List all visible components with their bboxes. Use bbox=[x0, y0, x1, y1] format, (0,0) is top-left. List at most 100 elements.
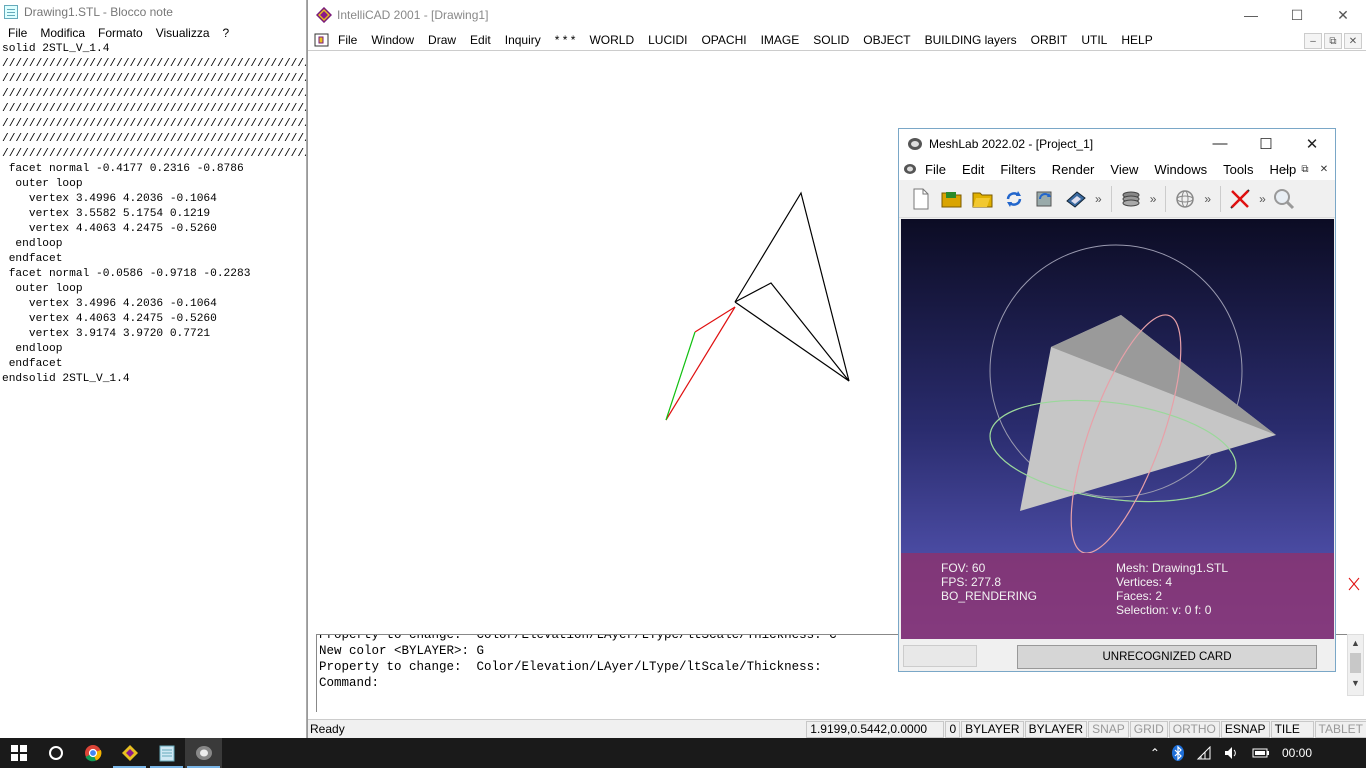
meshlab-doc-minimize-button[interactable]: – bbox=[1277, 161, 1295, 177]
scroll-up-icon[interactable]: ▲ bbox=[1348, 635, 1363, 651]
notepad-menu-visualizza[interactable]: Visualizza bbox=[156, 26, 210, 40]
search-button[interactable] bbox=[37, 738, 74, 768]
wifi-icon[interactable] bbox=[1196, 746, 1212, 760]
reload-icon[interactable] bbox=[1000, 185, 1028, 213]
intellicad-maximize-button[interactable]: ☐ bbox=[1274, 0, 1320, 30]
notepad-taskbar-button[interactable] bbox=[148, 738, 185, 768]
intellicad-minimize-button[interactable]: — bbox=[1228, 0, 1274, 30]
notepad-titlebar[interactable]: Drawing1.STL - Blocco note bbox=[0, 0, 306, 24]
import-mesh-icon[interactable] bbox=[969, 185, 997, 213]
icad-doc-restore-button[interactable]: ⧉ bbox=[1324, 33, 1342, 49]
icad-menu-world[interactable]: WORLD bbox=[589, 33, 634, 47]
status-layer[interactable]: 0 bbox=[945, 720, 961, 738]
status-grid-toggle[interactable]: GRID bbox=[1129, 720, 1168, 738]
intellicad-menubar: File Window Draw Edit Inquiry * * * WORL… bbox=[308, 30, 1366, 51]
intellicad-close-button[interactable]: ✕ bbox=[1320, 0, 1366, 30]
notepad-menu-formato[interactable]: Formato bbox=[98, 26, 143, 40]
toolbar-overflow-icon[interactable]: » bbox=[1204, 192, 1211, 206]
command-scrollbar[interactable]: ▲ ▼ bbox=[1347, 634, 1364, 696]
chrome-taskbar-button[interactable] bbox=[74, 738, 111, 768]
notepad-text-line: endfacet bbox=[2, 253, 63, 265]
meshlab-menu-tools[interactable]: Tools bbox=[1223, 162, 1253, 177]
volume-icon[interactable] bbox=[1224, 746, 1240, 760]
meshlab-menu-filters[interactable]: Filters bbox=[1000, 162, 1035, 177]
icad-doc-close-button[interactable]: ✕ bbox=[1344, 33, 1362, 49]
status-tile-toggle[interactable]: TILE bbox=[1270, 720, 1314, 738]
notepad-menu-file[interactable]: File bbox=[8, 26, 27, 40]
meshlab-titlebar[interactable]: MeshLab 2022.02 - [Project_1] — ☐ ✕ bbox=[899, 129, 1335, 158]
meshlab-doc-icon[interactable] bbox=[903, 163, 917, 175]
icad-doc-minimize-button[interactable]: – bbox=[1304, 33, 1322, 49]
status-color[interactable]: BYLAYER bbox=[961, 720, 1024, 738]
icad-menu-opachi[interactable]: OPACHI bbox=[701, 33, 746, 47]
icad-menu-stars[interactable]: * * * bbox=[555, 33, 576, 47]
icad-menu-orbit[interactable]: ORBIT bbox=[1031, 33, 1068, 47]
status-snap-toggle[interactable]: SNAP bbox=[1088, 720, 1129, 738]
meshlab-menu-edit[interactable]: Edit bbox=[962, 162, 984, 177]
clock[interactable]: 00:00 bbox=[1282, 746, 1312, 760]
notepad-text-line: ////////////////////////////////////////… bbox=[2, 88, 306, 100]
icad-menu-lucidi[interactable]: LUCIDI bbox=[648, 33, 687, 47]
toolbar-overflow-icon[interactable]: » bbox=[1095, 192, 1102, 206]
red-edge-1 bbox=[694, 306, 736, 333]
icad-menu-util[interactable]: UTIL bbox=[1081, 33, 1107, 47]
reload-all-icon[interactable] bbox=[1031, 185, 1059, 213]
meshlab-menu-render[interactable]: Render bbox=[1052, 162, 1095, 177]
meshlab-window: MeshLab 2022.02 - [Project_1] — ☐ ✕ File… bbox=[898, 128, 1336, 672]
green-edge bbox=[665, 331, 696, 421]
notepad-menu-help[interactable]: ? bbox=[223, 26, 230, 40]
meshlab-menu-view[interactable]: View bbox=[1110, 162, 1138, 177]
meshlab-doc-close-button[interactable]: ✕ bbox=[1315, 161, 1333, 177]
icad-menu-object[interactable]: OBJECT bbox=[863, 33, 910, 47]
status-linetype[interactable]: BYLAYER bbox=[1024, 720, 1088, 738]
meshlab-menu-windows[interactable]: Windows bbox=[1154, 162, 1207, 177]
measure-icon[interactable] bbox=[1226, 185, 1254, 213]
icad-menu-image[interactable]: IMAGE bbox=[761, 33, 800, 47]
intellicad-app-icon bbox=[316, 7, 332, 23]
icad-menu-window[interactable]: Window bbox=[371, 33, 414, 47]
meshlab-3d-viewport[interactable]: FOV: 60 FPS: 277.8 BO_RENDERING Mesh: Dr… bbox=[901, 219, 1334, 639]
drawing-doc-icon[interactable] bbox=[314, 33, 330, 47]
notepad-window: Drawing1.STL - Blocco note File Modifica… bbox=[0, 0, 307, 738]
icad-menu-file[interactable]: File bbox=[338, 33, 357, 47]
meshlab-minimize-button[interactable]: — bbox=[1197, 129, 1243, 158]
scroll-down-icon[interactable]: ▼ bbox=[1348, 675, 1363, 691]
zoom-icon[interactable] bbox=[1270, 185, 1298, 213]
save-snapshot-icon[interactable] bbox=[1062, 185, 1090, 213]
meshlab-doc-restore-button[interactable]: ⧉ bbox=[1296, 161, 1314, 177]
meshlab-taskbar-button[interactable] bbox=[185, 738, 222, 768]
meshlab-close-button[interactable]: ✕ bbox=[1289, 129, 1335, 158]
tray-chevron-up-icon[interactable]: ⌃ bbox=[1150, 746, 1160, 760]
intellicad-taskbar-button[interactable] bbox=[111, 738, 148, 768]
notepad-text-line: outer loop bbox=[2, 178, 83, 190]
icad-menu-building-layers[interactable]: BUILDING layers bbox=[925, 33, 1017, 47]
trackball-icon[interactable] bbox=[1171, 185, 1199, 213]
new-project-icon[interactable] bbox=[907, 185, 935, 213]
toolbar-overflow-icon[interactable]: » bbox=[1150, 192, 1157, 206]
meshlab-icon bbox=[195, 746, 212, 760]
icad-menu-edit[interactable]: Edit bbox=[470, 33, 491, 47]
icad-menu-inquiry[interactable]: Inquiry bbox=[505, 33, 541, 47]
notepad-text-line: ////////////////////////////////////////… bbox=[2, 58, 306, 70]
bluetooth-icon[interactable] bbox=[1171, 745, 1184, 761]
battery-icon[interactable] bbox=[1252, 748, 1270, 758]
status-ortho-toggle[interactable]: ORTHO bbox=[1168, 720, 1220, 738]
status-tablet-toggle[interactable]: TABLET bbox=[1314, 720, 1366, 738]
layers-icon[interactable] bbox=[1117, 185, 1145, 213]
intellicad-titlebar[interactable]: IntelliCAD 2001 - [Drawing1] — ☐ ✕ bbox=[308, 0, 1366, 30]
meshlab-menu-file[interactable]: File bbox=[925, 162, 946, 177]
status-esnap-toggle[interactable]: ESNAP bbox=[1220, 720, 1270, 738]
notepad-menu-modifica[interactable]: Modifica bbox=[40, 26, 85, 40]
notepad-icon bbox=[4, 5, 18, 19]
icad-menu-draw[interactable]: Draw bbox=[428, 33, 456, 47]
meshlab-maximize-button[interactable]: ☐ bbox=[1243, 129, 1289, 158]
open-project-icon[interactable] bbox=[938, 185, 966, 213]
icad-menu-solid[interactable]: SOLID bbox=[813, 33, 849, 47]
scroll-thumb[interactable] bbox=[1350, 653, 1361, 673]
notepad-text-line: ////////////////////////////////////////… bbox=[2, 73, 306, 85]
start-button[interactable] bbox=[0, 738, 37, 768]
command-prompt[interactable]: Command: bbox=[319, 675, 1352, 691]
toolbar-overflow-icon[interactable]: » bbox=[1259, 192, 1266, 206]
notepad-text-area[interactable]: solid 2STL_V_1.4 ////////////////////////… bbox=[0, 42, 306, 387]
icad-menu-help[interactable]: HELP bbox=[1121, 33, 1152, 47]
